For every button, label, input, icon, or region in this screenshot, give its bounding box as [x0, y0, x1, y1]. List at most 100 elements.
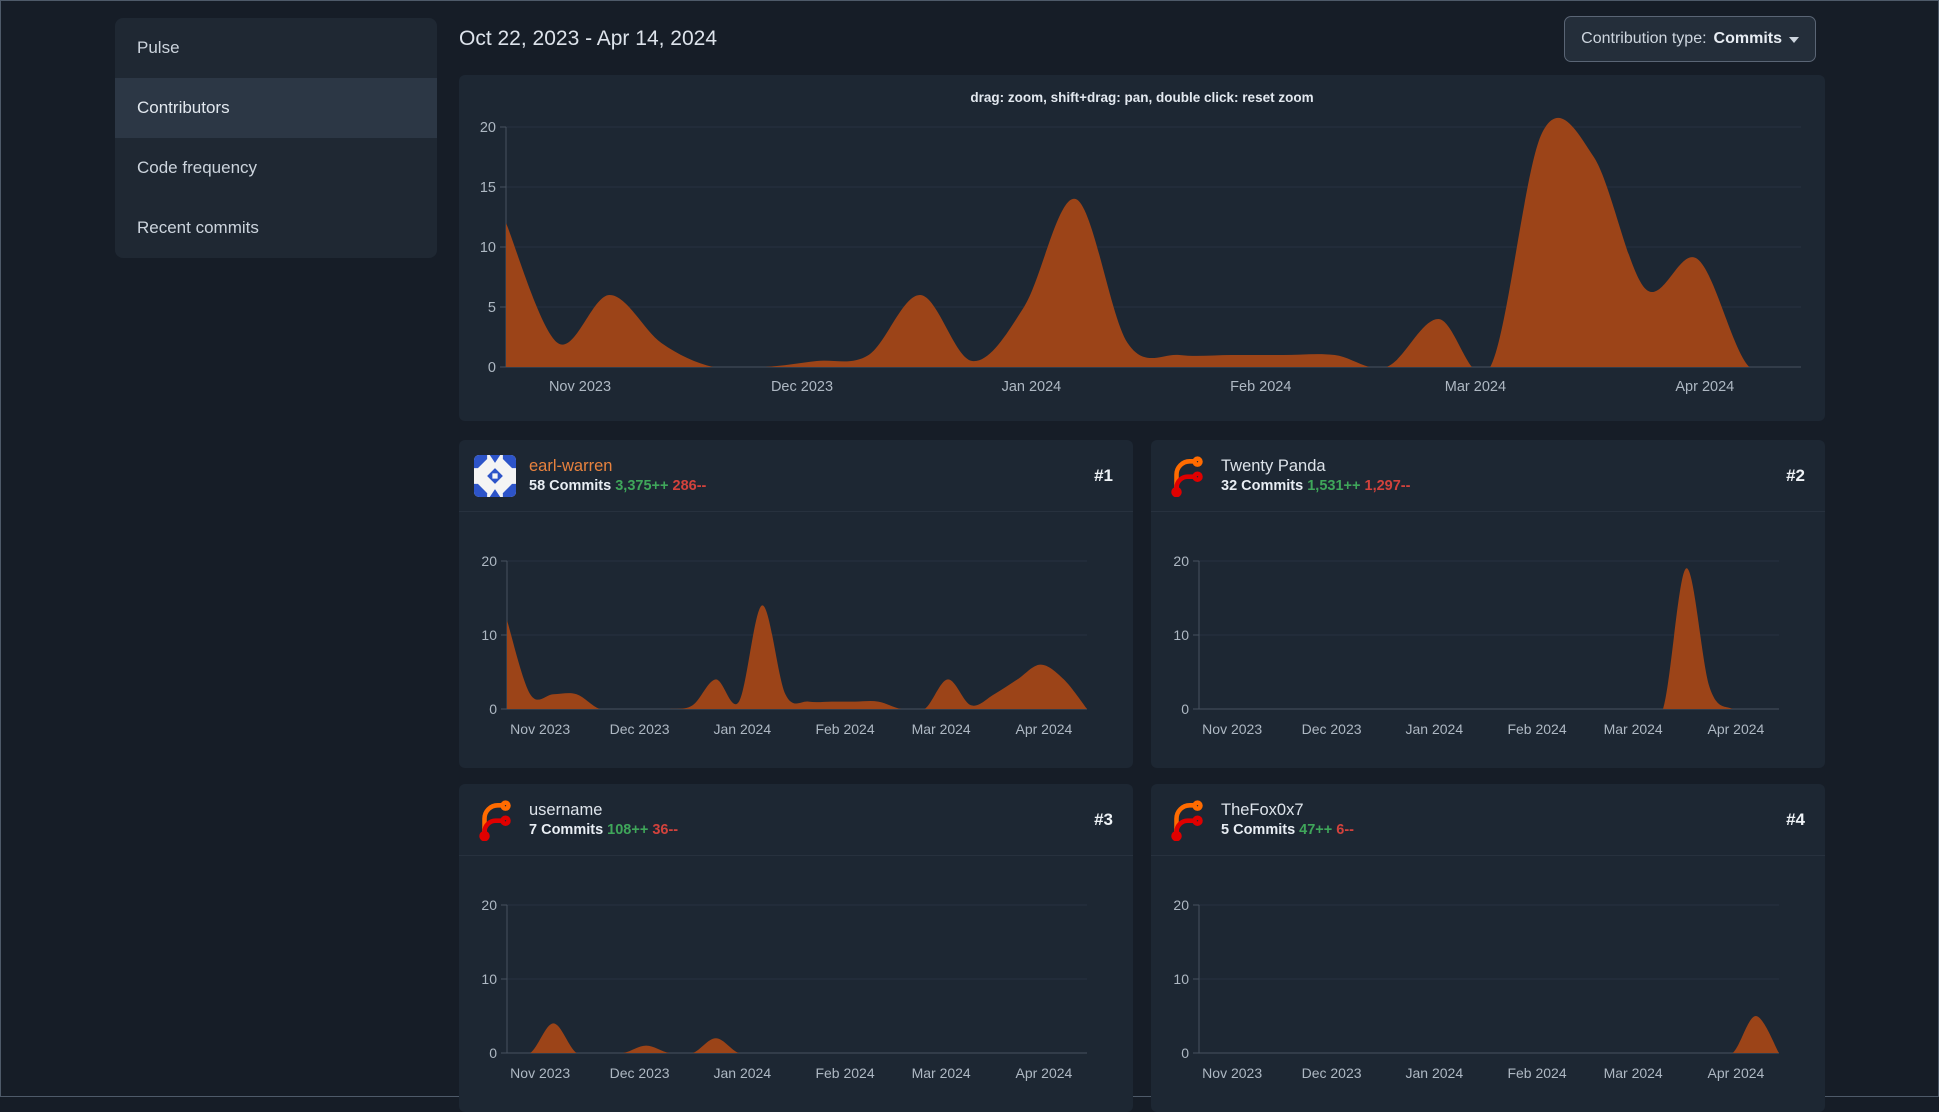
- main-chart-panel: drag: zoom, shift+drag: pan, double clic…: [459, 75, 1825, 421]
- contributor-card-header: username 7 Commits 108++ 36-- #3: [459, 784, 1133, 856]
- svg-text:10: 10: [481, 971, 497, 987]
- deletions: 6--: [1336, 822, 1355, 839]
- svg-text:0: 0: [1181, 701, 1189, 717]
- svg-text:Jan 2024: Jan 2024: [1406, 721, 1464, 737]
- contributor-card: earl-warren 58 Commits 3,375++ 286-- #1 …: [459, 440, 1133, 768]
- rank-badge: #3: [1094, 809, 1113, 829]
- svg-text:20: 20: [481, 553, 497, 569]
- svg-text:Mar 2024: Mar 2024: [912, 1065, 971, 1081]
- identicon-avatar: [474, 454, 516, 497]
- additions: 47++: [1299, 822, 1333, 839]
- svg-text:Apr 2024: Apr 2024: [1708, 1065, 1765, 1081]
- forgejo-logo-icon: [479, 799, 511, 841]
- svg-text:Apr 2024: Apr 2024: [1675, 379, 1734, 395]
- contributor-chart[interactable]: 0 10 20 Nov 2023 Dec 2023 Jan 2024 Feb 2024 Mar…: [1151, 512, 1825, 768]
- forgejo-logo-icon: [1171, 799, 1203, 841]
- contributor-cards: earl-warren 58 Commits 3,375++ 286-- #1 …: [459, 440, 1825, 1112]
- avatar: [1166, 455, 1208, 497]
- svg-text:0: 0: [489, 1045, 497, 1061]
- svg-text:10: 10: [1173, 971, 1189, 987]
- svg-text:20: 20: [481, 897, 497, 913]
- contributor-chart[interactable]: 0 10 20 Nov 2023 Dec 2023 Jan 2024 Feb 2024 Mar…: [1151, 856, 1825, 1112]
- sidebar-item-code-frequency[interactable]: Code frequency: [115, 138, 437, 198]
- rank-badge: #2: [1786, 465, 1805, 485]
- sidebar-menu: Pulse Contributors Code frequency Recent co…: [115, 18, 437, 258]
- svg-text:0: 0: [1181, 1045, 1189, 1061]
- contributor-stats: 7 Commits 108++ 36--: [529, 821, 678, 839]
- svg-text:Feb 2024: Feb 2024: [815, 1065, 874, 1081]
- commit-count: 32 Commits: [1221, 478, 1304, 495]
- forgejo-logo-icon: [1171, 455, 1203, 497]
- svg-text:Feb 2024: Feb 2024: [1230, 379, 1291, 395]
- commit-count: 7 Commits: [529, 822, 604, 839]
- svg-text:Jan 2024: Jan 2024: [1406, 1065, 1464, 1081]
- svg-text:Mar 2024: Mar 2024: [1604, 721, 1663, 737]
- svg-text:20: 20: [1173, 897, 1189, 913]
- commit-count: 58 Commits: [529, 478, 612, 495]
- additions: 1,531++: [1307, 478, 1361, 495]
- main-contributions-chart[interactable]: 0 5 10 15 20 Nov 2023 Dec 2023 Jan 2024 Feb 2024…: [459, 75, 1825, 421]
- sidebar-item-pulse[interactable]: Pulse: [115, 18, 437, 78]
- contributor-card-header: earl-warren 58 Commits 3,375++ 286-- #1: [459, 440, 1133, 512]
- svg-text:10: 10: [481, 627, 497, 643]
- contributor-card: Twenty Panda 32 Commits 1,531++ 1,297-- …: [1151, 440, 1825, 768]
- svg-text:Mar 2024: Mar 2024: [1604, 1065, 1663, 1081]
- svg-text:10: 10: [480, 240, 496, 256]
- svg-text:Apr 2024: Apr 2024: [1708, 721, 1765, 737]
- svg-text:Dec 2023: Dec 2023: [1302, 721, 1362, 737]
- svg-text:Jan 2024: Jan 2024: [714, 721, 772, 737]
- svg-text:Feb 2024: Feb 2024: [1507, 721, 1566, 737]
- svg-text:0: 0: [489, 701, 497, 717]
- contributor-card: TheFox0x7 5 Commits 47++ 6-- #4 0 10 20 Nov…: [1151, 784, 1825, 1112]
- sidebar-item-recent-commits[interactable]: Recent commits: [115, 198, 437, 258]
- avatar: [474, 454, 516, 497]
- svg-text:Dec 2023: Dec 2023: [610, 1065, 670, 1081]
- contributor-stats: 32 Commits 1,531++ 1,297--: [1221, 477, 1410, 495]
- svg-text:10: 10: [1173, 627, 1189, 643]
- rank-badge: #1: [1094, 465, 1113, 485]
- svg-text:Feb 2024: Feb 2024: [815, 721, 874, 737]
- chevron-down-icon: [1789, 37, 1799, 43]
- svg-text:Nov 2023: Nov 2023: [510, 721, 570, 737]
- svg-text:Mar 2024: Mar 2024: [1445, 379, 1506, 395]
- contribution-type-dropdown[interactable]: Contribution type: Commits: [1564, 16, 1816, 62]
- svg-text:Dec 2023: Dec 2023: [1302, 1065, 1362, 1081]
- contributor-card: username 7 Commits 108++ 36-- #3 0 10 20 No…: [459, 784, 1133, 1112]
- contributor-name: username: [529, 800, 603, 819]
- avatar: [474, 799, 516, 841]
- contributor-stats: 5 Commits 47++ 6--: [1221, 821, 1354, 839]
- svg-text:20: 20: [480, 120, 496, 136]
- svg-text:Dec 2023: Dec 2023: [771, 379, 833, 395]
- svg-text:15: 15: [480, 180, 496, 196]
- svg-text:Jan 2024: Jan 2024: [1002, 379, 1062, 395]
- svg-text:Nov 2023: Nov 2023: [510, 1065, 570, 1081]
- svg-text:Apr 2024: Apr 2024: [1016, 721, 1073, 737]
- contributor-name: Twenty Panda: [1221, 456, 1326, 475]
- svg-text:Feb 2024: Feb 2024: [1507, 1065, 1566, 1081]
- svg-text:0: 0: [488, 360, 496, 376]
- deletions: 286--: [672, 478, 707, 495]
- svg-text:Nov 2023: Nov 2023: [1202, 721, 1262, 737]
- contributor-card-header: Twenty Panda 32 Commits 1,531++ 1,297-- …: [1151, 440, 1825, 512]
- rank-badge: #4: [1786, 809, 1805, 829]
- contributor-stats: 58 Commits 3,375++ 286--: [529, 477, 706, 495]
- svg-text:Jan 2024: Jan 2024: [714, 1065, 772, 1081]
- sidebar-item-contributors[interactable]: Contributors: [115, 78, 437, 138]
- contributor-chart[interactable]: 0 10 20 Nov 2023 Dec 2023 Jan 2024 Feb 2024 Mar…: [459, 856, 1133, 1112]
- contributor-card-header: TheFox0x7 5 Commits 47++ 6-- #4: [1151, 784, 1825, 856]
- contributor-name[interactable]: earl-warren: [529, 456, 706, 477]
- svg-text:Mar 2024: Mar 2024: [912, 721, 971, 737]
- commit-count: 5 Commits: [1221, 822, 1296, 839]
- svg-text:Apr 2024: Apr 2024: [1016, 1065, 1073, 1081]
- deletions: 36--: [652, 822, 679, 839]
- svg-text:Nov 2023: Nov 2023: [1202, 1065, 1262, 1081]
- deletions: 1,297--: [1364, 478, 1411, 495]
- additions: 3,375++: [615, 478, 669, 495]
- svg-text:Nov 2023: Nov 2023: [549, 379, 611, 395]
- svg-text:Dec 2023: Dec 2023: [610, 721, 670, 737]
- contributor-name: TheFox0x7: [1221, 800, 1304, 819]
- avatar: [1166, 799, 1208, 841]
- additions: 108++: [607, 822, 649, 839]
- page-title: Oct 22, 2023 - Apr 14, 2024: [459, 27, 718, 50]
- contributor-chart[interactable]: 0 10 20 Nov 2023 Dec 2023 Jan 2024 Feb 2024 Mar…: [459, 512, 1133, 768]
